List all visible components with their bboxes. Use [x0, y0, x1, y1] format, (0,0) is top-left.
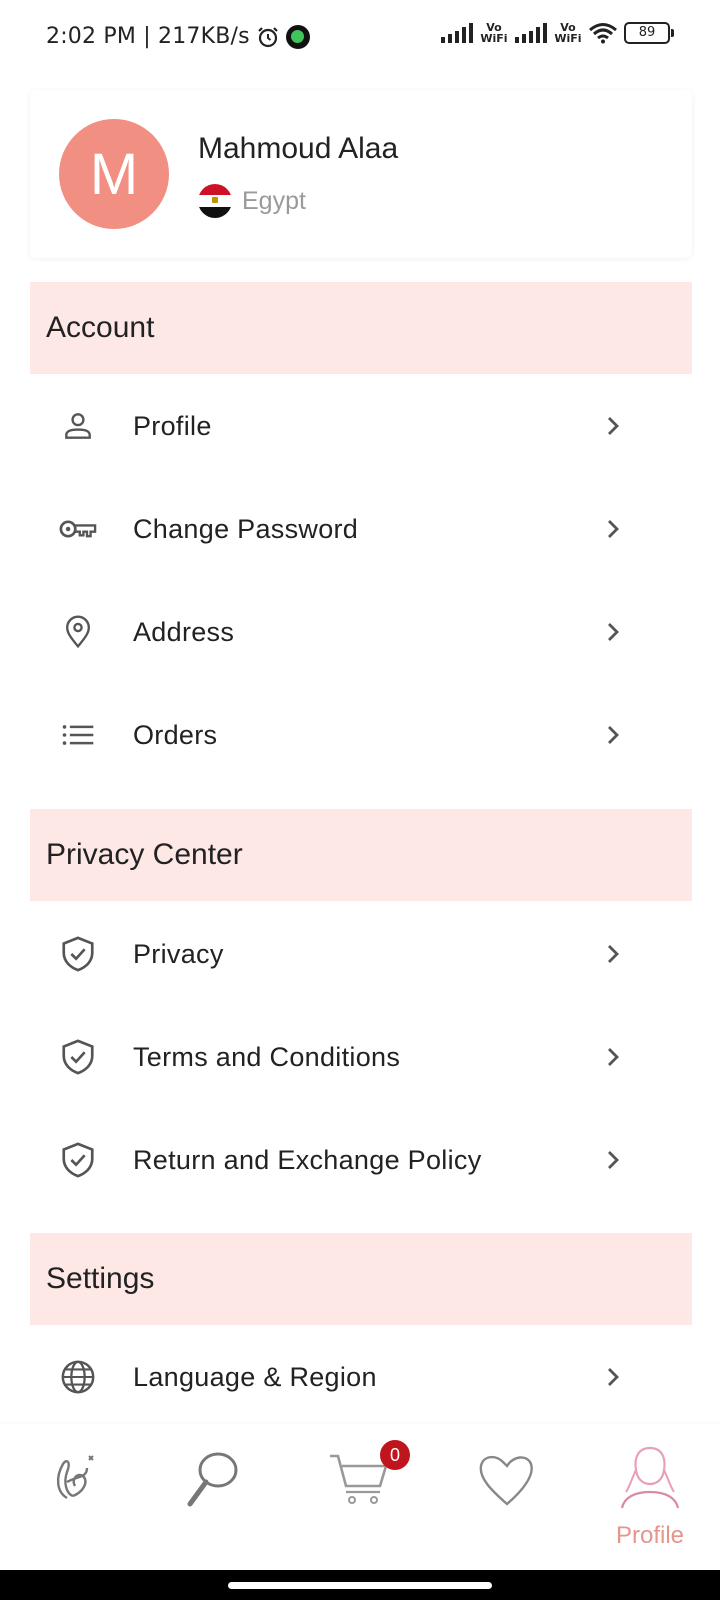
- nav-profile[interactable]: Profile: [605, 1442, 695, 1562]
- person-icon: [58, 406, 98, 446]
- menu-item-address[interactable]: Address: [30, 582, 692, 682]
- chevron-right-icon: [608, 1151, 619, 1169]
- menu-item-label: Return and Exchange Policy: [133, 1144, 482, 1175]
- section-header-settings: Settings: [30, 1233, 692, 1325]
- menu-item-orders[interactable]: Orders: [30, 685, 692, 785]
- home-gesture-bar[interactable]: [228, 1582, 492, 1589]
- location-pin-icon: [58, 612, 98, 652]
- vowifi-label-1: Vo WiFi: [480, 21, 508, 45]
- profile-card[interactable]: M Mahmoud Alaa Egypt: [30, 90, 692, 258]
- cart-count-badge: 0: [380, 1440, 410, 1470]
- vowifi-label-2: Vo WiFi: [554, 21, 582, 45]
- section-header-privacy: Privacy Center: [30, 809, 692, 901]
- shield-check-icon: [58, 934, 98, 974]
- nav-wishlist[interactable]: [462, 1442, 552, 1562]
- status-time-speed: 2:02 PM | 217KB/s: [46, 24, 250, 49]
- section-header-account: Account: [30, 282, 692, 374]
- chevron-right-icon: [608, 417, 619, 435]
- signal-icon: [441, 23, 473, 43]
- menu-item-label: Orders: [133, 719, 218, 750]
- globe-icon: [58, 1357, 98, 1397]
- heart-icon: [479, 1455, 533, 1506]
- status-right: Vo WiFi Vo WiFi 89: [440, 21, 674, 45]
- menu-item-label: Privacy: [133, 938, 224, 969]
- chevron-right-icon: [608, 623, 619, 641]
- menu-item-label: Terms and Conditions: [133, 1041, 401, 1072]
- chevron-right-icon: [608, 1368, 619, 1386]
- status-bar: 2:02 PM | 217KB/s Vo WiFi Vo WiFi 89: [0, 0, 720, 80]
- system-gesture-area: [0, 1570, 720, 1600]
- home-logo-icon: [56, 1455, 94, 1500]
- status-left: 2:02 PM | 217KB/s: [46, 24, 310, 49]
- menu-item-privacy[interactable]: Privacy: [30, 904, 692, 1004]
- battery-icon: 89: [624, 22, 674, 44]
- country-name: Egypt: [242, 186, 306, 215]
- avatar: M: [59, 119, 169, 229]
- menu-item-language-region[interactable]: Language & Region: [30, 1327, 692, 1427]
- nav-home[interactable]: [28, 1442, 118, 1562]
- menu-item-terms[interactable]: Terms and Conditions: [30, 1007, 692, 1107]
- nav-search[interactable]: [167, 1442, 257, 1562]
- chevron-right-icon: [608, 945, 619, 963]
- chevron-right-icon: [608, 520, 619, 538]
- whatsapp-icon: [285, 24, 310, 49]
- list-icon: [58, 715, 98, 755]
- alarm-icon: [258, 26, 278, 47]
- menu-item-change-password[interactable]: Change Password: [30, 479, 692, 579]
- menu-item-label: Change Password: [133, 513, 359, 544]
- nav-profile-label: Profile: [615, 1522, 685, 1549]
- key-icon: [58, 509, 98, 549]
- menu-item-profile[interactable]: Profile: [30, 376, 692, 476]
- shield-check-icon: [58, 1037, 98, 1077]
- menu-item-label: Address: [133, 616, 235, 647]
- menu-item-return-policy[interactable]: Return and Exchange Policy: [30, 1110, 692, 1210]
- profile-icon: [620, 1446, 680, 1509]
- wifi-icon: [589, 23, 617, 44]
- user-name: Mahmoud Alaa: [198, 132, 399, 165]
- shield-check-icon: [58, 1140, 98, 1180]
- egypt-flag-icon: [198, 184, 232, 218]
- signal-icon-2: [515, 23, 547, 43]
- user-country: Egypt: [198, 184, 306, 218]
- chevron-right-icon: [608, 726, 619, 744]
- chevron-right-icon: [608, 1048, 619, 1066]
- menu-item-label: Language & Region: [133, 1361, 377, 1392]
- menu-item-label: Profile: [133, 410, 212, 441]
- search-icon: [187, 1452, 238, 1507]
